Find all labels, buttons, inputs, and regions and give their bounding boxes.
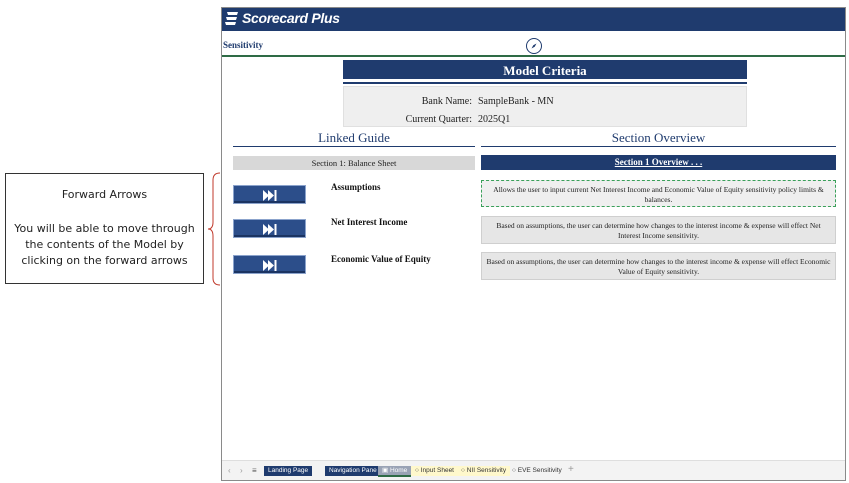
linked-guide-title: Linked Guide	[233, 129, 475, 147]
model-criteria-header: Model Criteria	[343, 60, 747, 82]
bank-name-value: SampleBank - MN	[478, 96, 554, 107]
assumptions-label: Assumptions	[331, 182, 381, 192]
all-sheets-menu-icon[interactable]: ≡	[252, 466, 257, 475]
assumptions-forward-button[interactable]	[233, 185, 306, 204]
compass-icon[interactable]	[526, 38, 542, 54]
section-1-label: Section 1: Balance Sheet	[233, 156, 475, 170]
scroll-left-icon[interactable]: ‹	[228, 466, 231, 475]
scorecard-logo-icon	[225, 12, 238, 25]
tab-eve-sensitivity[interactable]: ○ EVE Sensitivity	[508, 466, 566, 476]
callout-title: Forward Arrows	[61, 188, 148, 201]
tab-nii-sensitivity[interactable]: ○ NII Sensitivity	[457, 466, 511, 476]
tab-lock-icon: ▣	[382, 467, 390, 474]
app-title: Scorecard Plus	[242, 10, 340, 26]
net-interest-income-label: Net Interest Income	[331, 217, 408, 227]
economic-value-of-equity-description: Based on assumptions, the user can deter…	[481, 252, 836, 280]
add-sheet-icon[interactable]: +	[568, 464, 574, 475]
tab-input-sheet[interactable]: ○ Input Sheet	[411, 466, 458, 476]
tab-home-label: Home	[389, 467, 408, 474]
fast-forward-icon	[263, 190, 277, 201]
economic-value-of-equity-label: Economic Value of Equity	[331, 254, 431, 264]
tab-landing-page[interactable]: Landing Page	[264, 466, 313, 476]
current-quarter-label: Current Quarter:	[405, 114, 472, 125]
bank-name-label: Bank Name:	[421, 96, 472, 107]
section-1-overview-link[interactable]: Section 1 Overview . . .	[481, 155, 836, 170]
scroll-right-icon[interactable]: ›	[240, 466, 243, 475]
section-overview-title: Section Overview	[481, 129, 836, 147]
sheet-subheader: Sensitivity	[223, 40, 264, 50]
net-interest-income-forward-button[interactable]	[233, 219, 306, 238]
assumptions-description: Allows the user to input current Net Int…	[481, 180, 836, 207]
model-criteria-panel: Bank Name: SampleBank - MN Current Quart…	[343, 86, 747, 127]
tab-input-sheet-label: Input Sheet	[420, 467, 454, 474]
callout-description: You will be able to move through the con…	[14, 222, 195, 267]
forward-arrows-callout: Forward Arrows You will be able to move …	[5, 173, 204, 284]
tab-nii-sensitivity-label: NII Sensitivity	[466, 467, 507, 474]
sheet-tab-bar: ‹ › ≡ Landing Page Navigation Pane ▣ Hom…	[222, 460, 845, 480]
net-interest-income-description: Based on assumptions, the user can deter…	[481, 216, 836, 244]
fast-forward-icon	[263, 224, 277, 235]
tab-eve-sensitivity-label: EVE Sensitivity	[517, 467, 562, 474]
sub-header-bar: Sensitivity	[222, 35, 845, 57]
economic-value-of-equity-forward-button[interactable]	[233, 255, 306, 274]
excel-window: Scorecard Plus Sensitivity Model Criteri…	[221, 7, 846, 481]
app-title-bar: Scorecard Plus	[222, 8, 845, 31]
tab-navigation-pane[interactable]: Navigation Pane	[325, 466, 381, 476]
fast-forward-icon	[263, 260, 277, 271]
bracket-brace-icon	[207, 172, 221, 286]
current-quarter-value: 2025Q1	[478, 114, 511, 125]
tab-home[interactable]: ▣ Home	[378, 466, 412, 477]
